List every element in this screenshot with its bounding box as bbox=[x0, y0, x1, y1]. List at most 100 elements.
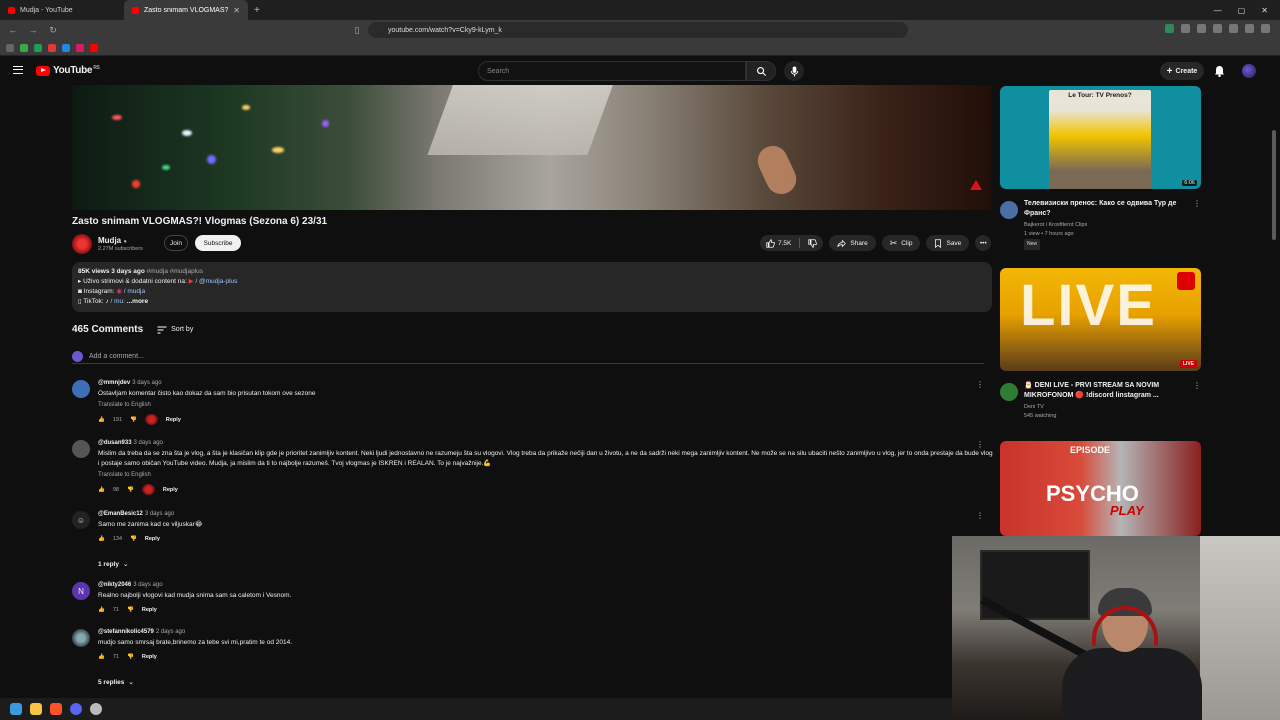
comment-author[interactable]: @dusan933 3 days ago bbox=[98, 440, 993, 446]
rec-thumbnail[interactable]: EPISODE PSYCHO PLAY bbox=[1000, 441, 1201, 536]
create-button[interactable]: + Create bbox=[1160, 62, 1204, 80]
bookmark-red-icon[interactable] bbox=[48, 43, 56, 52]
like-button[interactable]: 7.5K bbox=[766, 238, 791, 248]
browser-tab-video[interactable]: Zasto snimam VLOGMAS?! Vlog ✕ bbox=[124, 0, 248, 20]
comment-more-icon[interactable]: ⋮ bbox=[976, 440, 984, 449]
comment-more-icon[interactable]: ⋮ bbox=[976, 380, 984, 389]
reply-button[interactable]: Reply bbox=[145, 536, 160, 542]
search-button[interactable] bbox=[746, 61, 776, 81]
bookmark-icon[interactable]: ▯ bbox=[352, 25, 362, 36]
forward-icon[interactable]: → bbox=[28, 25, 38, 35]
file-explorer-icon[interactable] bbox=[30, 703, 42, 715]
comment-like-icon[interactable]: 👍 bbox=[98, 487, 105, 493]
extension-icon[interactable] bbox=[1181, 24, 1190, 33]
brave-browser-icon[interactable] bbox=[50, 703, 62, 715]
browser-tab-mudja[interactable]: Mudja - YouTube bbox=[0, 0, 124, 20]
comment-like-icon[interactable]: 👍 bbox=[98, 654, 105, 660]
dislike-button[interactable] bbox=[808, 238, 818, 248]
subscribe-button[interactable]: Subscribe bbox=[195, 235, 241, 251]
recommended-video[interactable]: LIVE LIVE 🎅 DENI LIVE - PRVI STREAM SA N… bbox=[1000, 268, 1201, 421]
clip-button[interactable]: ✂ Clip bbox=[881, 235, 921, 251]
bookmark-sheets-icon[interactable] bbox=[34, 43, 42, 52]
comment-author[interactable]: @nikty2046 3 days ago bbox=[98, 582, 993, 588]
youtube-logo[interactable]: YouTube RS bbox=[36, 65, 100, 76]
commenter-avatar[interactable] bbox=[72, 380, 90, 398]
close-window-icon[interactable]: ✕ bbox=[1261, 6, 1268, 15]
video-description[interactable]: 85K views 3 days ago #mudja #mudjaplus ▸… bbox=[72, 262, 992, 312]
extension-icon[interactable] bbox=[1165, 24, 1174, 33]
comment-more-icon[interactable]: ⋮ bbox=[976, 511, 984, 520]
comment-like-icon[interactable]: 👍 bbox=[98, 607, 105, 613]
comment-dislike-icon[interactable]: 👎 bbox=[130, 536, 137, 542]
rec-channel-avatar[interactable] bbox=[1000, 383, 1018, 401]
commenter-avatar[interactable]: ☺ bbox=[72, 511, 90, 529]
extension-icon[interactable] bbox=[1229, 24, 1238, 33]
view-replies-button[interactable]: 5 replies ⌄ bbox=[98, 678, 134, 687]
bookmark-blue-icon[interactable] bbox=[62, 43, 70, 52]
bookmark-green-icon[interactable] bbox=[20, 43, 28, 52]
bookmark-youtube-icon[interactable] bbox=[90, 43, 98, 52]
url-field[interactable]: youtube.com/watch?v=Cky9-kLym_k bbox=[368, 22, 908, 38]
sort-by-button[interactable]: Sort by bbox=[157, 326, 193, 334]
rec-channel-avatar[interactable] bbox=[1000, 201, 1018, 219]
comment-dislike-icon[interactable]: 👎 bbox=[127, 487, 134, 493]
channel-name[interactable]: Mudja ● bbox=[98, 236, 127, 245]
view-replies-button[interactable]: 1 reply ⌄ bbox=[98, 560, 128, 569]
translate-link[interactable]: Translate to English bbox=[98, 402, 993, 408]
more-actions-button[interactable]: ••• bbox=[975, 235, 992, 251]
bookmark-pink-icon[interactable] bbox=[76, 43, 84, 52]
discord-icon[interactable] bbox=[70, 703, 82, 715]
hamburger-menu-icon[interactable] bbox=[13, 66, 23, 74]
video-player[interactable] bbox=[72, 85, 992, 210]
translate-link[interactable]: Translate to English bbox=[98, 472, 993, 478]
menu-icon[interactable] bbox=[1261, 24, 1270, 33]
description-link[interactable]: / mudja bbox=[124, 288, 145, 295]
back-icon[interactable]: ← bbox=[8, 25, 18, 35]
extension-icon[interactable] bbox=[1213, 24, 1222, 33]
rec-thumbnail[interactable]: Le Tour: TV Prenos? 6:06 bbox=[1000, 86, 1201, 189]
voice-search-button[interactable] bbox=[784, 61, 804, 81]
join-button[interactable]: Join bbox=[164, 235, 188, 251]
commenter-avatar[interactable]: N bbox=[72, 582, 90, 600]
comment-author[interactable]: @EmanBesic12 3 days ago bbox=[98, 511, 993, 517]
save-button[interactable]: Save bbox=[926, 235, 970, 251]
reply-button[interactable]: Reply bbox=[163, 487, 178, 493]
music-icon[interactable] bbox=[1245, 24, 1254, 33]
comment-like-icon[interactable]: 👍 bbox=[98, 417, 105, 423]
reply-button[interactable]: Reply bbox=[166, 417, 181, 423]
page-scrollbar[interactable] bbox=[1272, 130, 1276, 240]
hashtags[interactable]: #mudja #mudjaplus bbox=[147, 268, 203, 275]
extension-icon[interactable] bbox=[1197, 24, 1206, 33]
comment-like-icon[interactable]: 👍 bbox=[98, 536, 105, 542]
comment-dislike-icon[interactable]: 👎 bbox=[127, 607, 134, 613]
windows-start-icon[interactable] bbox=[10, 703, 22, 715]
notifications-button[interactable] bbox=[1214, 65, 1225, 77]
rec-more-icon[interactable]: ⋮ bbox=[1193, 381, 1201, 390]
recommended-video[interactable]: Le Tour: TV Prenos? 6:06 Телевизиски пре… bbox=[1000, 86, 1201, 250]
comment-dislike-icon[interactable]: 👎 bbox=[127, 654, 134, 660]
account-avatar[interactable] bbox=[1242, 64, 1256, 78]
commenter-avatar[interactable] bbox=[72, 629, 90, 647]
channel-avatar[interactable] bbox=[72, 234, 92, 254]
app-icon[interactable] bbox=[90, 703, 102, 715]
description-link[interactable]: / mu: bbox=[111, 298, 125, 305]
add-comment-input[interactable]: Add a comment... bbox=[72, 350, 984, 364]
rec-thumbnail[interactable]: LIVE LIVE bbox=[1000, 268, 1201, 371]
close-tab-icon[interactable]: ✕ bbox=[233, 6, 240, 15]
description-link[interactable]: / @mudja-plus bbox=[195, 278, 237, 285]
apps-grid-icon[interactable] bbox=[6, 43, 14, 52]
maximize-icon[interactable]: ▢ bbox=[1238, 6, 1246, 15]
comment-dislike-icon[interactable]: 👎 bbox=[130, 417, 137, 423]
commenter-avatar[interactable] bbox=[72, 440, 90, 458]
comment-author[interactable]: @stefannikolic4579 2 days ago bbox=[98, 629, 993, 635]
comment-author[interactable]: @mmnjdev 3 days ago bbox=[98, 380, 993, 386]
reload-icon[interactable]: ↻ bbox=[48, 25, 58, 36]
recommended-video[interactable]: EPISODE PSYCHO PLAY bbox=[1000, 441, 1201, 536]
reply-button[interactable]: Reply bbox=[142, 607, 157, 613]
minimize-icon[interactable]: — bbox=[1214, 6, 1222, 15]
reply-button[interactable]: Reply bbox=[142, 654, 157, 660]
search-input[interactable]: Search bbox=[478, 61, 746, 81]
rec-more-icon[interactable]: ⋮ bbox=[1193, 199, 1201, 208]
share-button[interactable]: Share bbox=[829, 235, 876, 251]
new-tab-icon[interactable]: + bbox=[248, 5, 266, 16]
